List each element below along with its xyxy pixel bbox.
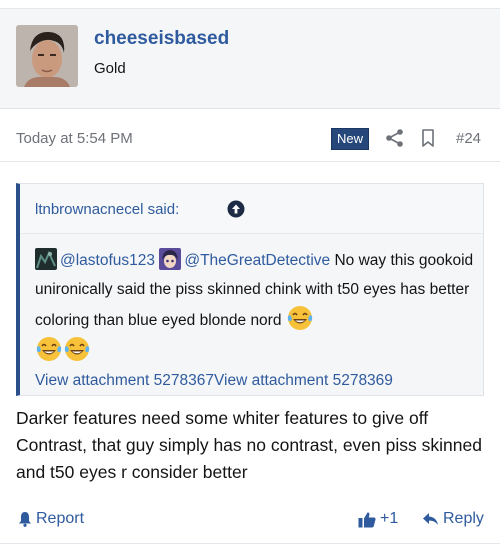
user-title: Gold: [94, 60, 126, 77]
post-meta-row: Today at 5:54 PM New #24: [0, 116, 500, 162]
thumbs-up-icon: [358, 511, 376, 527]
post-number-link[interactable]: #24: [456, 130, 481, 147]
like-button[interactable]: +1: [358, 510, 398, 528]
tears-of-joy-emoji-icon: [35, 335, 63, 363]
avatar[interactable]: [16, 25, 78, 87]
bell-icon: [19, 512, 31, 527]
report-button[interactable]: Report: [18, 510, 84, 528]
bookmark-icon[interactable]: [420, 128, 436, 148]
reply-arrow-icon: [423, 513, 438, 525]
mention-avatar-lastofus: [35, 248, 57, 270]
reply-button[interactable]: Reply: [422, 510, 484, 528]
attachment-link-1[interactable]: View attachment 5278367: [35, 372, 214, 389]
tears-of-joy-emoji-icon: [63, 335, 91, 363]
top-divider: [0, 0, 500, 9]
mention-avatar-detective: [159, 248, 182, 270]
quote-author-link[interactable]: ltnbrownacnecel said:: [35, 201, 179, 218]
reply-label: Reply: [443, 510, 484, 527]
quote-body: @lastofus123 @TheGreatDetective No way t…: [35, 246, 475, 395]
post-timestamp[interactable]: Today at 5:54 PM: [16, 130, 133, 147]
report-label: Report: [36, 510, 85, 527]
post-actions: Report +1 Reply: [0, 500, 500, 544]
quote-block: ltnbrownacnecel said: @lastofus123 @TheG…: [16, 183, 484, 396]
tears-of-joy-emoji-icon: [286, 304, 314, 332]
like-count: +1: [380, 510, 399, 527]
mention-lastofus[interactable]: @lastofus123: [60, 252, 155, 269]
user-header: cheeseisbased Gold: [0, 9, 500, 109]
post-body-text: Darker features need some whiter feature…: [16, 408, 482, 482]
username-link[interactable]: cheeseisbased: [94, 28, 229, 50]
quote-header: ltnbrownacnecel said:: [20, 184, 483, 234]
arrow-up-circle-icon[interactable]: [227, 200, 245, 218]
attachment-link-2[interactable]: View attachment 5278369: [214, 372, 393, 389]
post-page: cheeseisbased Gold Today at 5:54 PM New …: [0, 0, 500, 558]
mention-thegreatdetective[interactable]: @TheGreatDetective: [184, 252, 330, 269]
new-badge: New: [331, 128, 370, 150]
share-icon[interactable]: [385, 128, 405, 148]
